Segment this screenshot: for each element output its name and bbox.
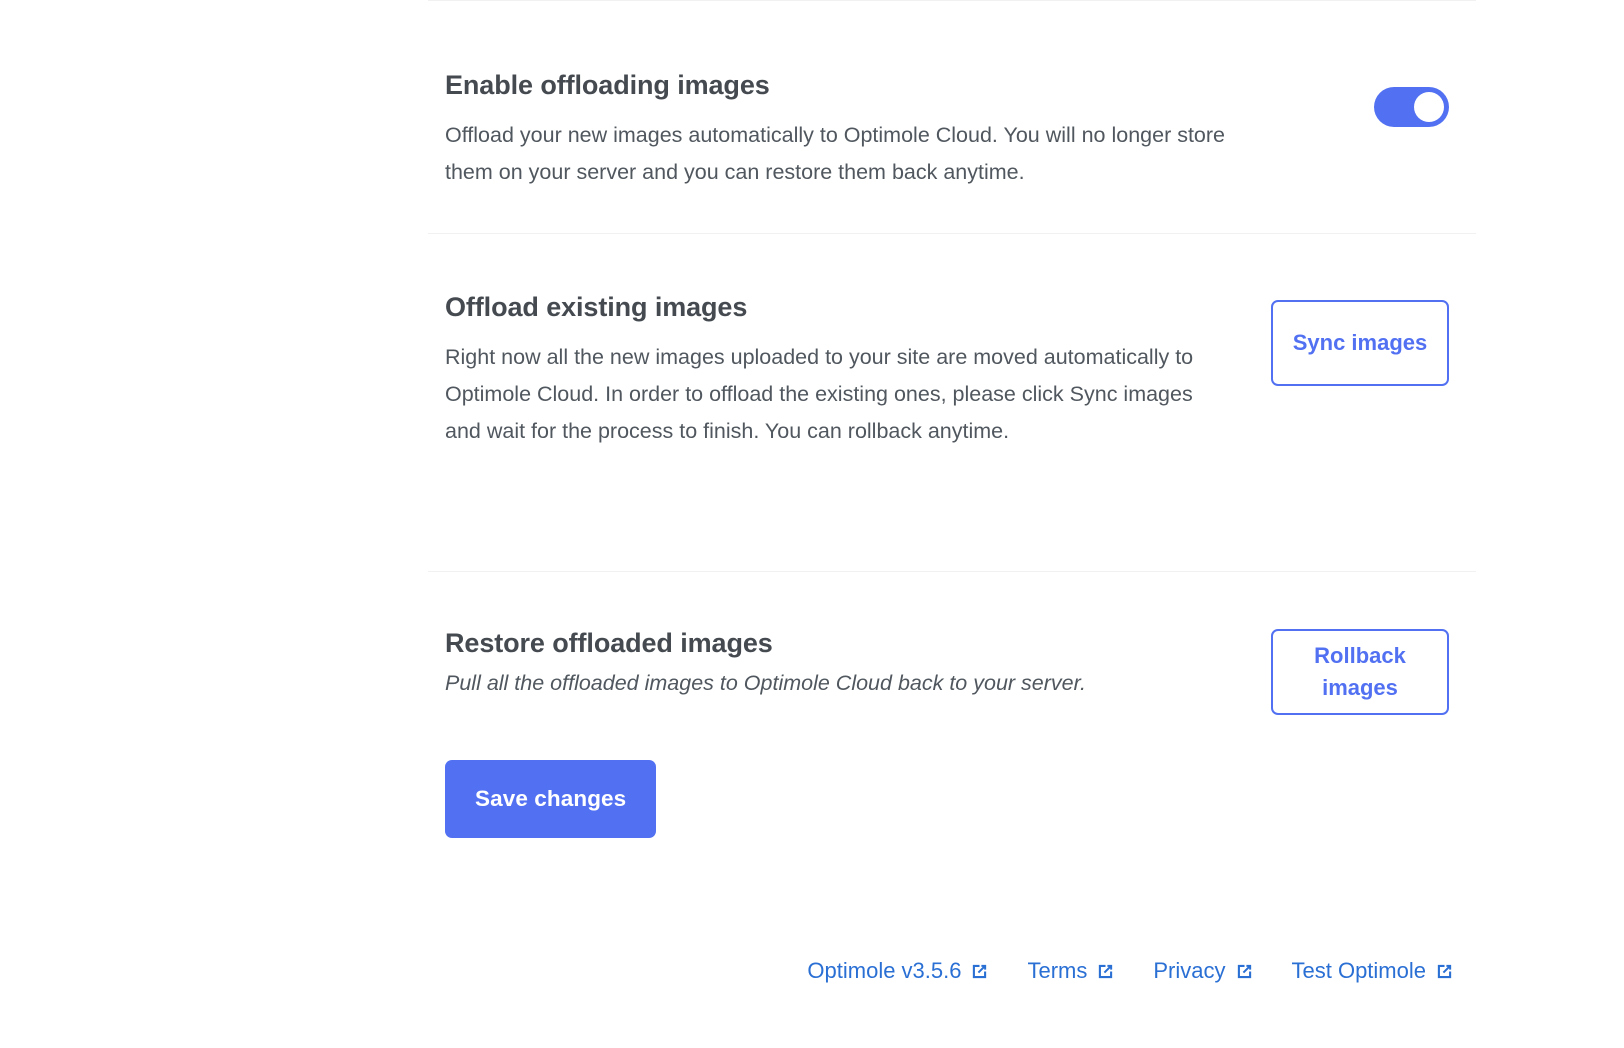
section-offload-existing: Offload existing images Right now all th…: [428, 234, 1476, 571]
section-enable-offloading-aside: [1374, 69, 1476, 127]
external-link-icon: [1096, 962, 1115, 981]
settings-page: Enable offloading images Offload your ne…: [0, 0, 1624, 1048]
restore-offloaded-title: Restore offloaded images: [445, 627, 1086, 661]
offload-existing-description: Right now all the new images uploaded to…: [445, 339, 1215, 450]
footer-link-privacy-label: Privacy: [1153, 958, 1225, 984]
footer-link-test-optimole[interactable]: Test Optimole: [1292, 958, 1455, 984]
footer-link-privacy[interactable]: Privacy: [1153, 958, 1253, 984]
restore-offloaded-description: Pull all the offloaded images to Optimol…: [445, 665, 1086, 702]
footer-link-version-label: Optimole v3.5.6: [807, 958, 961, 984]
rollback-images-button[interactable]: Rollback images: [1271, 629, 1449, 715]
offload-existing-title: Offload existing images: [445, 291, 1215, 325]
enable-offloading-title: Enable offloading images: [445, 69, 1245, 103]
save-changes-button[interactable]: Save changes: [445, 760, 656, 838]
external-link-icon: [970, 962, 989, 981]
footer-links: Optimole v3.5.6 Terms Privacy: [428, 958, 1476, 984]
toggle-knob: [1414, 92, 1444, 122]
section-restore-offloaded-aside: Rollback images: [1271, 627, 1476, 715]
section-offload-existing-body: Offload existing images Right now all th…: [445, 291, 1215, 450]
section-restore-offloaded-body: Restore offloaded images Pull all the of…: [445, 627, 1086, 702]
offload-settings-panel: Enable offloading images Offload your ne…: [428, 0, 1476, 838]
section-restore-offloaded: Restore offloaded images Pull all the of…: [428, 572, 1476, 715]
enable-offloading-toggle[interactable]: [1374, 87, 1449, 127]
section-enable-offloading-body: Enable offloading images Offload your ne…: [445, 69, 1245, 191]
footer-link-version[interactable]: Optimole v3.5.6: [807, 958, 989, 984]
footer-link-terms-label: Terms: [1027, 958, 1087, 984]
external-link-icon: [1435, 962, 1454, 981]
footer-link-test-optimole-label: Test Optimole: [1292, 958, 1427, 984]
section-offload-existing-aside: Sync images: [1271, 291, 1476, 386]
enable-offloading-description: Offload your new images automatically to…: [445, 117, 1245, 191]
footer-link-terms[interactable]: Terms: [1027, 958, 1115, 984]
section-enable-offloading: Enable offloading images Offload your ne…: [428, 1, 1476, 233]
external-link-icon: [1235, 962, 1254, 981]
sync-images-button[interactable]: Sync images: [1271, 300, 1449, 386]
save-row: Save changes: [428, 715, 1476, 838]
